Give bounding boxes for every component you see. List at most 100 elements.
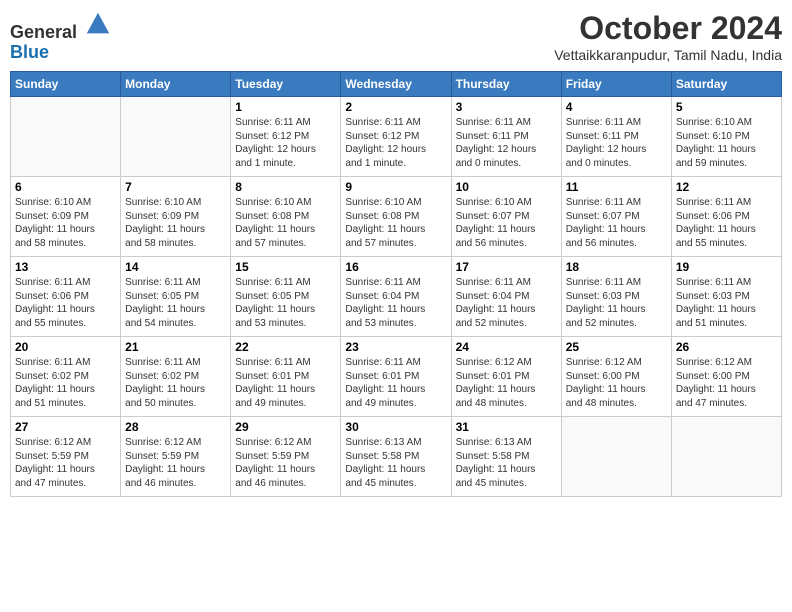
day-number: 10	[456, 180, 557, 194]
day-info: Sunrise: 6:10 AMSunset: 6:08 PMDaylight:…	[235, 196, 336, 250]
day-info: Sunrise: 6:11 AMSunset: 6:11 PMDaylight:…	[456, 116, 557, 170]
day-info: Sunrise: 6:12 AMSunset: 6:01 PMDaylight:…	[456, 356, 557, 410]
day-info: Sunrise: 6:12 AMSunset: 5:59 PMDaylight:…	[125, 436, 226, 490]
calendar-cell: 27 Sunrise: 6:12 AMSunset: 5:59 PMDayligh…	[11, 417, 121, 497]
week-row-0: 1 Sunrise: 6:11 AMSunset: 6:12 PMDaylight…	[11, 97, 782, 177]
calendar-cell: 30 Sunrise: 6:13 AMSunset: 5:58 PMDayligh…	[341, 417, 451, 497]
day-info: Sunrise: 6:11 AMSunset: 6:06 PMDaylight:…	[15, 276, 116, 330]
week-row-1: 6 Sunrise: 6:10 AMSunset: 6:09 PMDaylight…	[11, 177, 782, 257]
calendar-cell: 22Sunrise: 6:11 AMSunset: 6:01 PMDayligh…	[231, 337, 341, 417]
calendar-cell: 9 Sunrise: 6:10 AMSunset: 6:08 PMDaylight…	[341, 177, 451, 257]
day-number: 30	[345, 420, 446, 434]
calendar-cell: 21 Sunrise: 6:11 AMSunset: 6:02 PMDayligh…	[121, 337, 231, 417]
calendar-cell: 28 Sunrise: 6:12 AMSunset: 5:59 PMDayligh…	[121, 417, 231, 497]
day-number: 11	[566, 180, 667, 194]
day-number: 28	[125, 420, 226, 434]
day-info: Sunrise: 6:13 AMSunset: 5:58 PMDaylight:…	[456, 436, 557, 490]
day-info: Sunrise: 6:10 AMSunset: 6:09 PMDaylight:…	[125, 196, 226, 250]
day-info: Sunrise: 6:11 AMSunset: 6:12 PMDaylight:…	[235, 116, 336, 170]
day-number: 8	[235, 180, 336, 194]
day-number: 31	[456, 420, 557, 434]
week-row-4: 27 Sunrise: 6:12 AMSunset: 5:59 PMDayligh…	[11, 417, 782, 497]
calendar-table: SundayMondayTuesdayWednesdayThursdayFrid…	[10, 71, 782, 497]
page-header: General Blue October 2024 Vettaikkaranpu…	[10, 10, 782, 63]
day-number: 24	[456, 340, 557, 354]
calendar-cell: 19 Sunrise: 6:11 AMSunset: 6:03 PMDayligh…	[671, 257, 781, 337]
calendar-cell: 31 Sunrise: 6:13 AMSunset: 5:58 PMDayligh…	[451, 417, 561, 497]
day-info: Sunrise: 6:12 AMSunset: 6:00 PMDaylight:…	[676, 356, 777, 410]
calendar-cell: 18 Sunrise: 6:11 AMSunset: 6:03 PMDayligh…	[561, 257, 671, 337]
day-number: 14	[125, 260, 226, 274]
logo-blue: Blue	[10, 43, 112, 63]
logo-general: General	[10, 22, 77, 42]
week-row-2: 13 Sunrise: 6:11 AMSunset: 6:06 PMDayligh…	[11, 257, 782, 337]
day-info: Sunrise: 6:12 AMSunset: 5:59 PMDaylight:…	[15, 436, 116, 490]
calendar-cell: 14 Sunrise: 6:11 AMSunset: 6:05 PMDayligh…	[121, 257, 231, 337]
day-number: 6	[15, 180, 116, 194]
calendar-cell: 12Sunrise: 6:11 AMSunset: 6:06 PMDayligh…	[671, 177, 781, 257]
day-number: 26	[676, 340, 777, 354]
day-number: 21	[125, 340, 226, 354]
calendar-cell	[11, 97, 121, 177]
day-info: Sunrise: 6:11 AMSunset: 6:12 PMDaylight:…	[345, 116, 446, 170]
day-number: 3	[456, 100, 557, 114]
calendar-cell: 11 Sunrise: 6:11 AMSunset: 6:07 PMDayligh…	[561, 177, 671, 257]
day-number: 22	[235, 340, 336, 354]
day-info: Sunrise: 6:12 AMSunset: 6:00 PMDaylight:…	[566, 356, 667, 410]
day-number: 17	[456, 260, 557, 274]
logo: General Blue	[10, 10, 112, 63]
calendar-cell: 5Sunrise: 6:10 AMSunset: 6:10 PMDaylight…	[671, 97, 781, 177]
day-header-thursday: Thursday	[451, 72, 561, 97]
calendar-cell: 23 Sunrise: 6:11 AMSunset: 6:01 PMDayligh…	[341, 337, 451, 417]
day-info: Sunrise: 6:11 AMSunset: 6:04 PMDaylight:…	[345, 276, 446, 330]
calendar-cell	[561, 417, 671, 497]
calendar-cell: 16Sunrise: 6:11 AMSunset: 6:04 PMDayligh…	[341, 257, 451, 337]
day-info: Sunrise: 6:11 AMSunset: 6:03 PMDaylight:…	[566, 276, 667, 330]
day-number: 18	[566, 260, 667, 274]
day-info: Sunrise: 6:11 AMSunset: 6:11 PMDaylight:…	[566, 116, 667, 170]
logo-icon	[84, 10, 112, 38]
calendar-cell: 1 Sunrise: 6:11 AMSunset: 6:12 PMDaylight…	[231, 97, 341, 177]
day-number: 23	[345, 340, 446, 354]
day-info: Sunrise: 6:11 AMSunset: 6:02 PMDaylight:…	[125, 356, 226, 410]
calendar-cell: 25 Sunrise: 6:12 AMSunset: 6:00 PMDayligh…	[561, 337, 671, 417]
day-number: 15	[235, 260, 336, 274]
calendar-cell: 20Sunrise: 6:11 AMSunset: 6:02 PMDayligh…	[11, 337, 121, 417]
day-number: 7	[125, 180, 226, 194]
day-number: 13	[15, 260, 116, 274]
title-section: October 2024 Vettaikkaranpudur, Tamil Na…	[554, 10, 782, 63]
day-header-friday: Friday	[561, 72, 671, 97]
day-info: Sunrise: 6:11 AMSunset: 6:01 PMDaylight:…	[345, 356, 446, 410]
day-info: Sunrise: 6:13 AMSunset: 5:58 PMDaylight:…	[345, 436, 446, 490]
calendar-cell: 6 Sunrise: 6:10 AMSunset: 6:09 PMDaylight…	[11, 177, 121, 257]
month-title: October 2024	[554, 10, 782, 47]
day-info: Sunrise: 6:10 AMSunset: 6:09 PMDaylight:…	[15, 196, 116, 250]
day-info: Sunrise: 6:11 AMSunset: 6:03 PMDaylight:…	[676, 276, 777, 330]
day-info: Sunrise: 6:12 AMSunset: 5:59 PMDaylight:…	[235, 436, 336, 490]
calendar-cell: 15Sunrise: 6:11 AMSunset: 6:05 PMDayligh…	[231, 257, 341, 337]
day-info: Sunrise: 6:10 AMSunset: 6:08 PMDaylight:…	[345, 196, 446, 250]
day-header-tuesday: Tuesday	[231, 72, 341, 97]
calendar-cell: 29 Sunrise: 6:12 AMSunset: 5:59 PMDayligh…	[231, 417, 341, 497]
day-info: Sunrise: 6:11 AMSunset: 6:05 PMDaylight:…	[125, 276, 226, 330]
day-number: 9	[345, 180, 446, 194]
day-info: Sunrise: 6:10 AMSunset: 6:07 PMDaylight:…	[456, 196, 557, 250]
day-number: 1	[235, 100, 336, 114]
calendar-cell	[671, 417, 781, 497]
day-info: Sunrise: 6:11 AMSunset: 6:07 PMDaylight:…	[566, 196, 667, 250]
day-header-wednesday: Wednesday	[341, 72, 451, 97]
day-header-saturday: Saturday	[671, 72, 781, 97]
day-number: 4	[566, 100, 667, 114]
day-number: 29	[235, 420, 336, 434]
calendar-cell: 2Sunrise: 6:11 AMSunset: 6:12 PMDaylight…	[341, 97, 451, 177]
day-header-monday: Monday	[121, 72, 231, 97]
calendar-cell: 10 Sunrise: 6:10 AMSunset: 6:07 PMDayligh…	[451, 177, 561, 257]
calendar-cell: 26 Sunrise: 6:12 AMSunset: 6:00 PMDayligh…	[671, 337, 781, 417]
day-number: 20	[15, 340, 116, 354]
day-number: 25	[566, 340, 667, 354]
day-number: 27	[15, 420, 116, 434]
calendar-cell: 17Sunrise: 6:11 AMSunset: 6:04 PMDayligh…	[451, 257, 561, 337]
week-row-3: 20 Sunrise: 6:11 AMSunset: 6:02 PMDayligh…	[11, 337, 782, 417]
day-number: 19	[676, 260, 777, 274]
calendar-cell: 7 Sunrise: 6:10 AMSunset: 6:09 PMDaylight…	[121, 177, 231, 257]
